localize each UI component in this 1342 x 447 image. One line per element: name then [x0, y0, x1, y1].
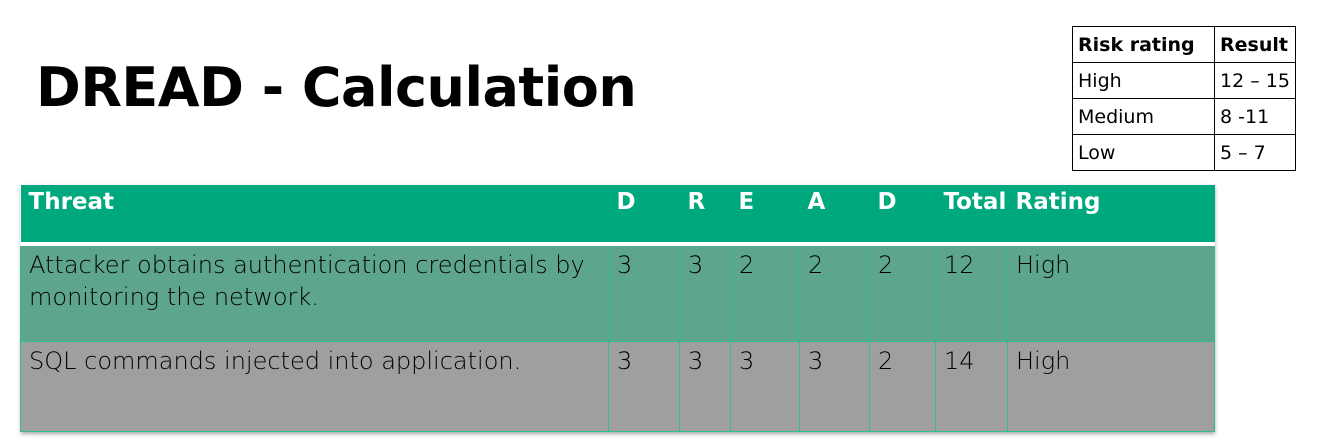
- risk-rating-legend-table: Risk rating Result High 12 – 15 Medium 8…: [1072, 26, 1296, 171]
- total-cell: 14: [935, 341, 1008, 432]
- reproducibility-cell: 3: [679, 341, 731, 432]
- exploitability-cell: 3: [730, 341, 800, 432]
- header-exploitability: E: [730, 185, 800, 246]
- discoverability-cell: 2: [869, 341, 936, 432]
- legend-header-result: Result: [1214, 26, 1296, 63]
- dread-table-container: Threat D R E A D Total Rating Attacker o…: [20, 185, 1215, 432]
- header-total: Total: [935, 185, 1008, 246]
- header-damage: D: [608, 185, 680, 246]
- exploitability-cell: 2: [730, 244, 800, 342]
- legend-result-cell: 12 – 15: [1214, 62, 1296, 99]
- dread-header-row: Threat D R E A D Total Rating: [20, 185, 1215, 246]
- rating-cell: High: [1007, 244, 1215, 342]
- header-discoverability: D: [869, 185, 936, 246]
- total-cell: 12: [935, 244, 1008, 342]
- legend-row: High 12 – 15: [1072, 62, 1296, 99]
- affected-users-cell: 2: [799, 244, 870, 342]
- discoverability-cell: 2: [869, 244, 936, 342]
- legend-result-cell: 8 -11: [1214, 98, 1296, 135]
- threat-cell: SQL commands injected into application.: [20, 341, 609, 432]
- legend-row: Low 5 – 7: [1072, 134, 1296, 171]
- threat-cell: Attacker obtains authentication credenti…: [20, 244, 609, 342]
- rating-cell: High: [1007, 341, 1215, 432]
- damage-cell: 3: [608, 244, 680, 342]
- legend-rating-cell: Low: [1072, 134, 1215, 171]
- header-threat: Threat: [20, 185, 609, 246]
- damage-cell: 3: [608, 341, 680, 432]
- legend-rating-cell: High: [1072, 62, 1215, 99]
- affected-users-cell: 3: [799, 341, 870, 432]
- header-rating: Rating: [1007, 185, 1215, 246]
- legend-rating-cell: Medium: [1072, 98, 1215, 135]
- header-reproducibility: R: [679, 185, 731, 246]
- legend-result-cell: 5 – 7: [1214, 134, 1296, 171]
- page-title: DREAD - Calculation: [36, 56, 637, 119]
- dread-calculation-table: Threat D R E A D Total Rating Attacker o…: [20, 185, 1215, 432]
- legend-row: Medium 8 -11: [1072, 98, 1296, 135]
- table-row: Attacker obtains authentication credenti…: [20, 244, 1215, 342]
- reproducibility-cell: 3: [679, 244, 731, 342]
- table-row: SQL commands injected into application. …: [20, 341, 1215, 432]
- legend-header-risk-rating: Risk rating: [1072, 26, 1215, 63]
- legend-header-row: Risk rating Result: [1072, 26, 1296, 63]
- header-affected-users: A: [799, 185, 870, 246]
